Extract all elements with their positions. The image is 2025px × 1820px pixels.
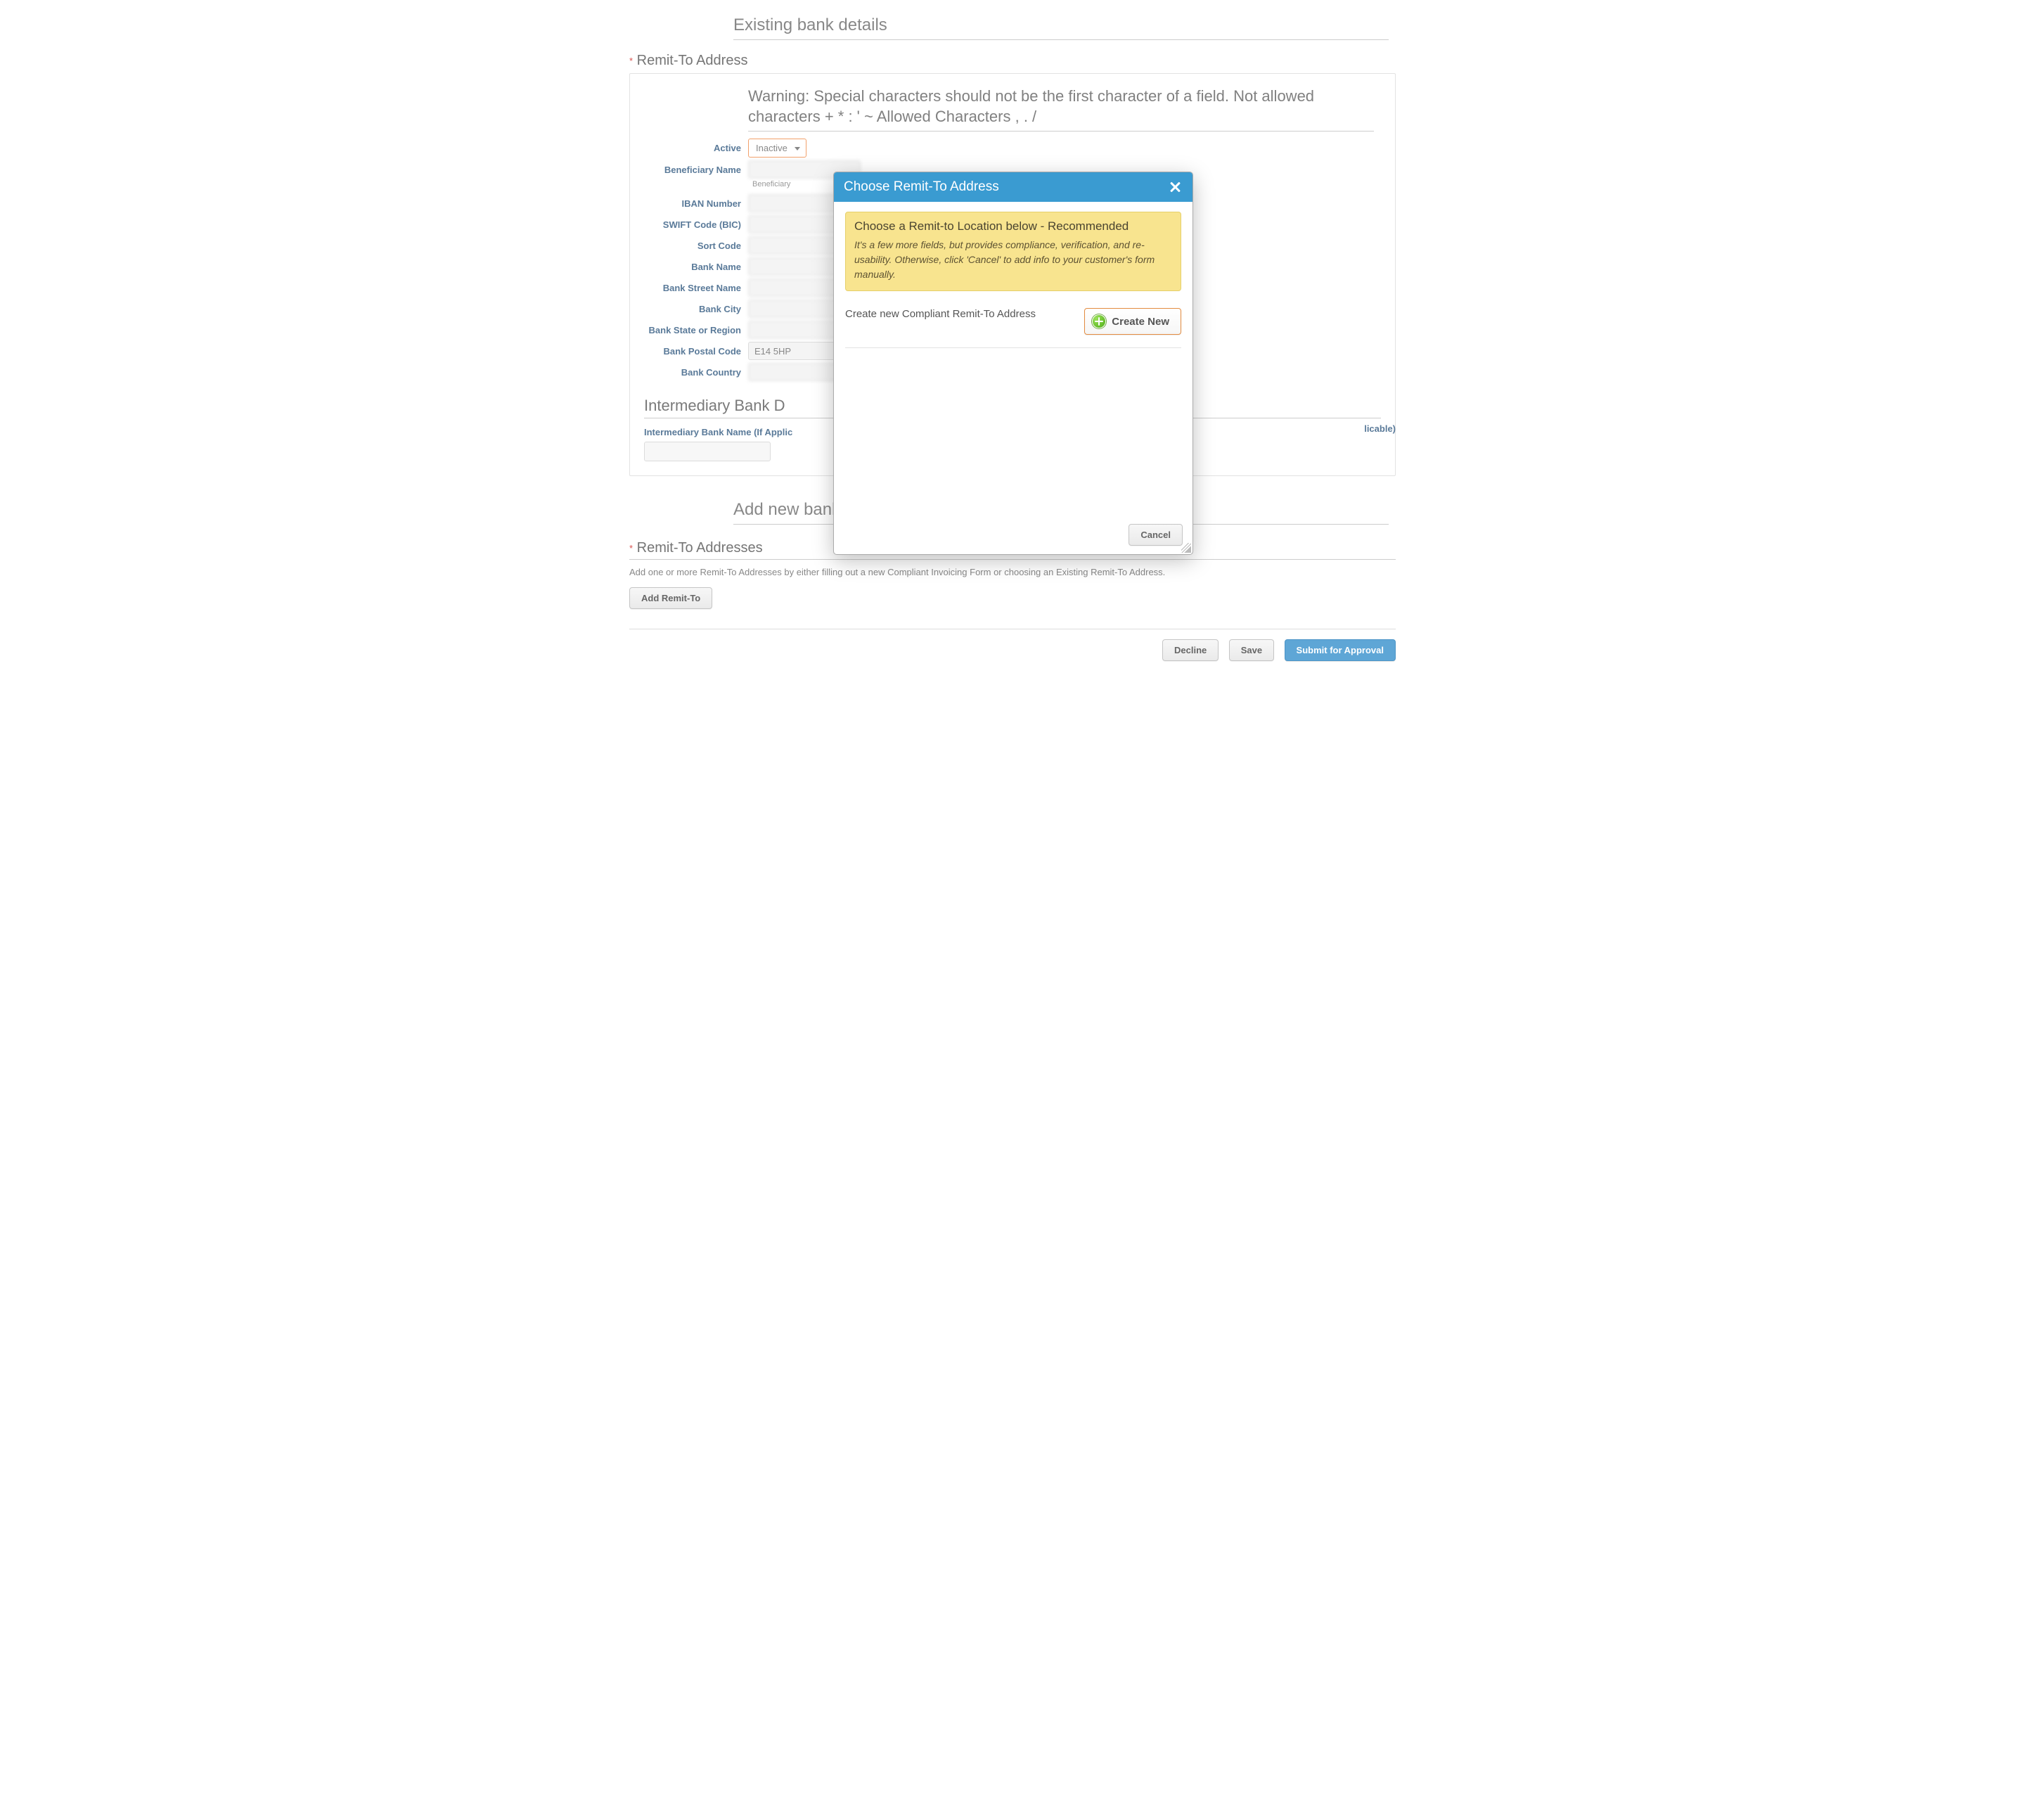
save-button[interactable]: Save	[1229, 639, 1274, 661]
warning-message: Warning: Special characters should not b…	[748, 86, 1374, 132]
choose-remit-to-modal: Choose Remit-To Address Choose a Remit-t…	[833, 172, 1193, 555]
modal-title: Choose Remit-To Address	[844, 179, 999, 195]
existing-bank-section-title: Existing bank details	[733, 13, 1389, 40]
create-new-label: Create new Compliant Remit-To Address	[845, 308, 1036, 320]
bank-state-label: Bank State or Region	[644, 325, 748, 335]
remit-addresses-text: Remit-To Addresses	[637, 540, 763, 556]
bank-city-label: Bank City	[644, 304, 748, 314]
submit-for-approval-button[interactable]: Submit for Approval	[1285, 639, 1396, 661]
active-select-value: Inactive	[756, 143, 788, 153]
add-remit-to-button[interactable]: Add Remit-To	[629, 587, 712, 609]
bank-street-label: Bank Street Name	[644, 283, 748, 293]
sort-code-label: Sort Code	[644, 241, 748, 251]
plus-icon	[1092, 314, 1106, 328]
chevron-down-icon	[795, 147, 800, 150]
create-new-button[interactable]: Create New	[1084, 308, 1181, 335]
required-star: *	[629, 56, 633, 66]
bank-country-label: Bank Country	[644, 367, 748, 378]
modal-header: Choose Remit-To Address	[834, 172, 1192, 202]
resize-grip-icon[interactable]	[1181, 543, 1191, 553]
bank-postal-label: Bank Postal Code	[644, 346, 748, 357]
iban-label: IBAN Number	[644, 198, 748, 209]
recommendation-title: Choose a Remit-to Location below - Recom…	[854, 219, 1172, 233]
beneficiary-name-label: Beneficiary Name	[644, 165, 748, 175]
decline-button[interactable]: Decline	[1162, 639, 1219, 661]
close-icon[interactable]	[1167, 179, 1183, 195]
active-select[interactable]: Inactive	[748, 139, 806, 158]
remit-section-text: Remit-To Address	[637, 53, 748, 68]
cancel-button[interactable]: Cancel	[1129, 524, 1183, 546]
footer-actions: Decline Save Submit for Approval	[629, 629, 1396, 661]
recommendation-box: Choose a Remit-to Location below - Recom…	[845, 212, 1181, 291]
active-label: Active	[644, 143, 748, 153]
required-star-2: *	[629, 543, 633, 553]
create-new-button-label: Create New	[1112, 316, 1169, 328]
swift-label: SWIFT Code (BIC)	[644, 219, 748, 230]
intermediary-bank-name-field[interactable]	[644, 442, 771, 461]
bank-name-label: Bank Name	[644, 262, 748, 272]
obscured-right-label: licable)	[1364, 423, 1396, 434]
recommendation-description: It's a few more fields, but provides com…	[854, 238, 1172, 282]
remit-to-hint: Add one or more Remit-To Addresses by ei…	[629, 567, 1396, 577]
remit-to-address-label: * Remit-To Address	[629, 53, 1396, 69]
